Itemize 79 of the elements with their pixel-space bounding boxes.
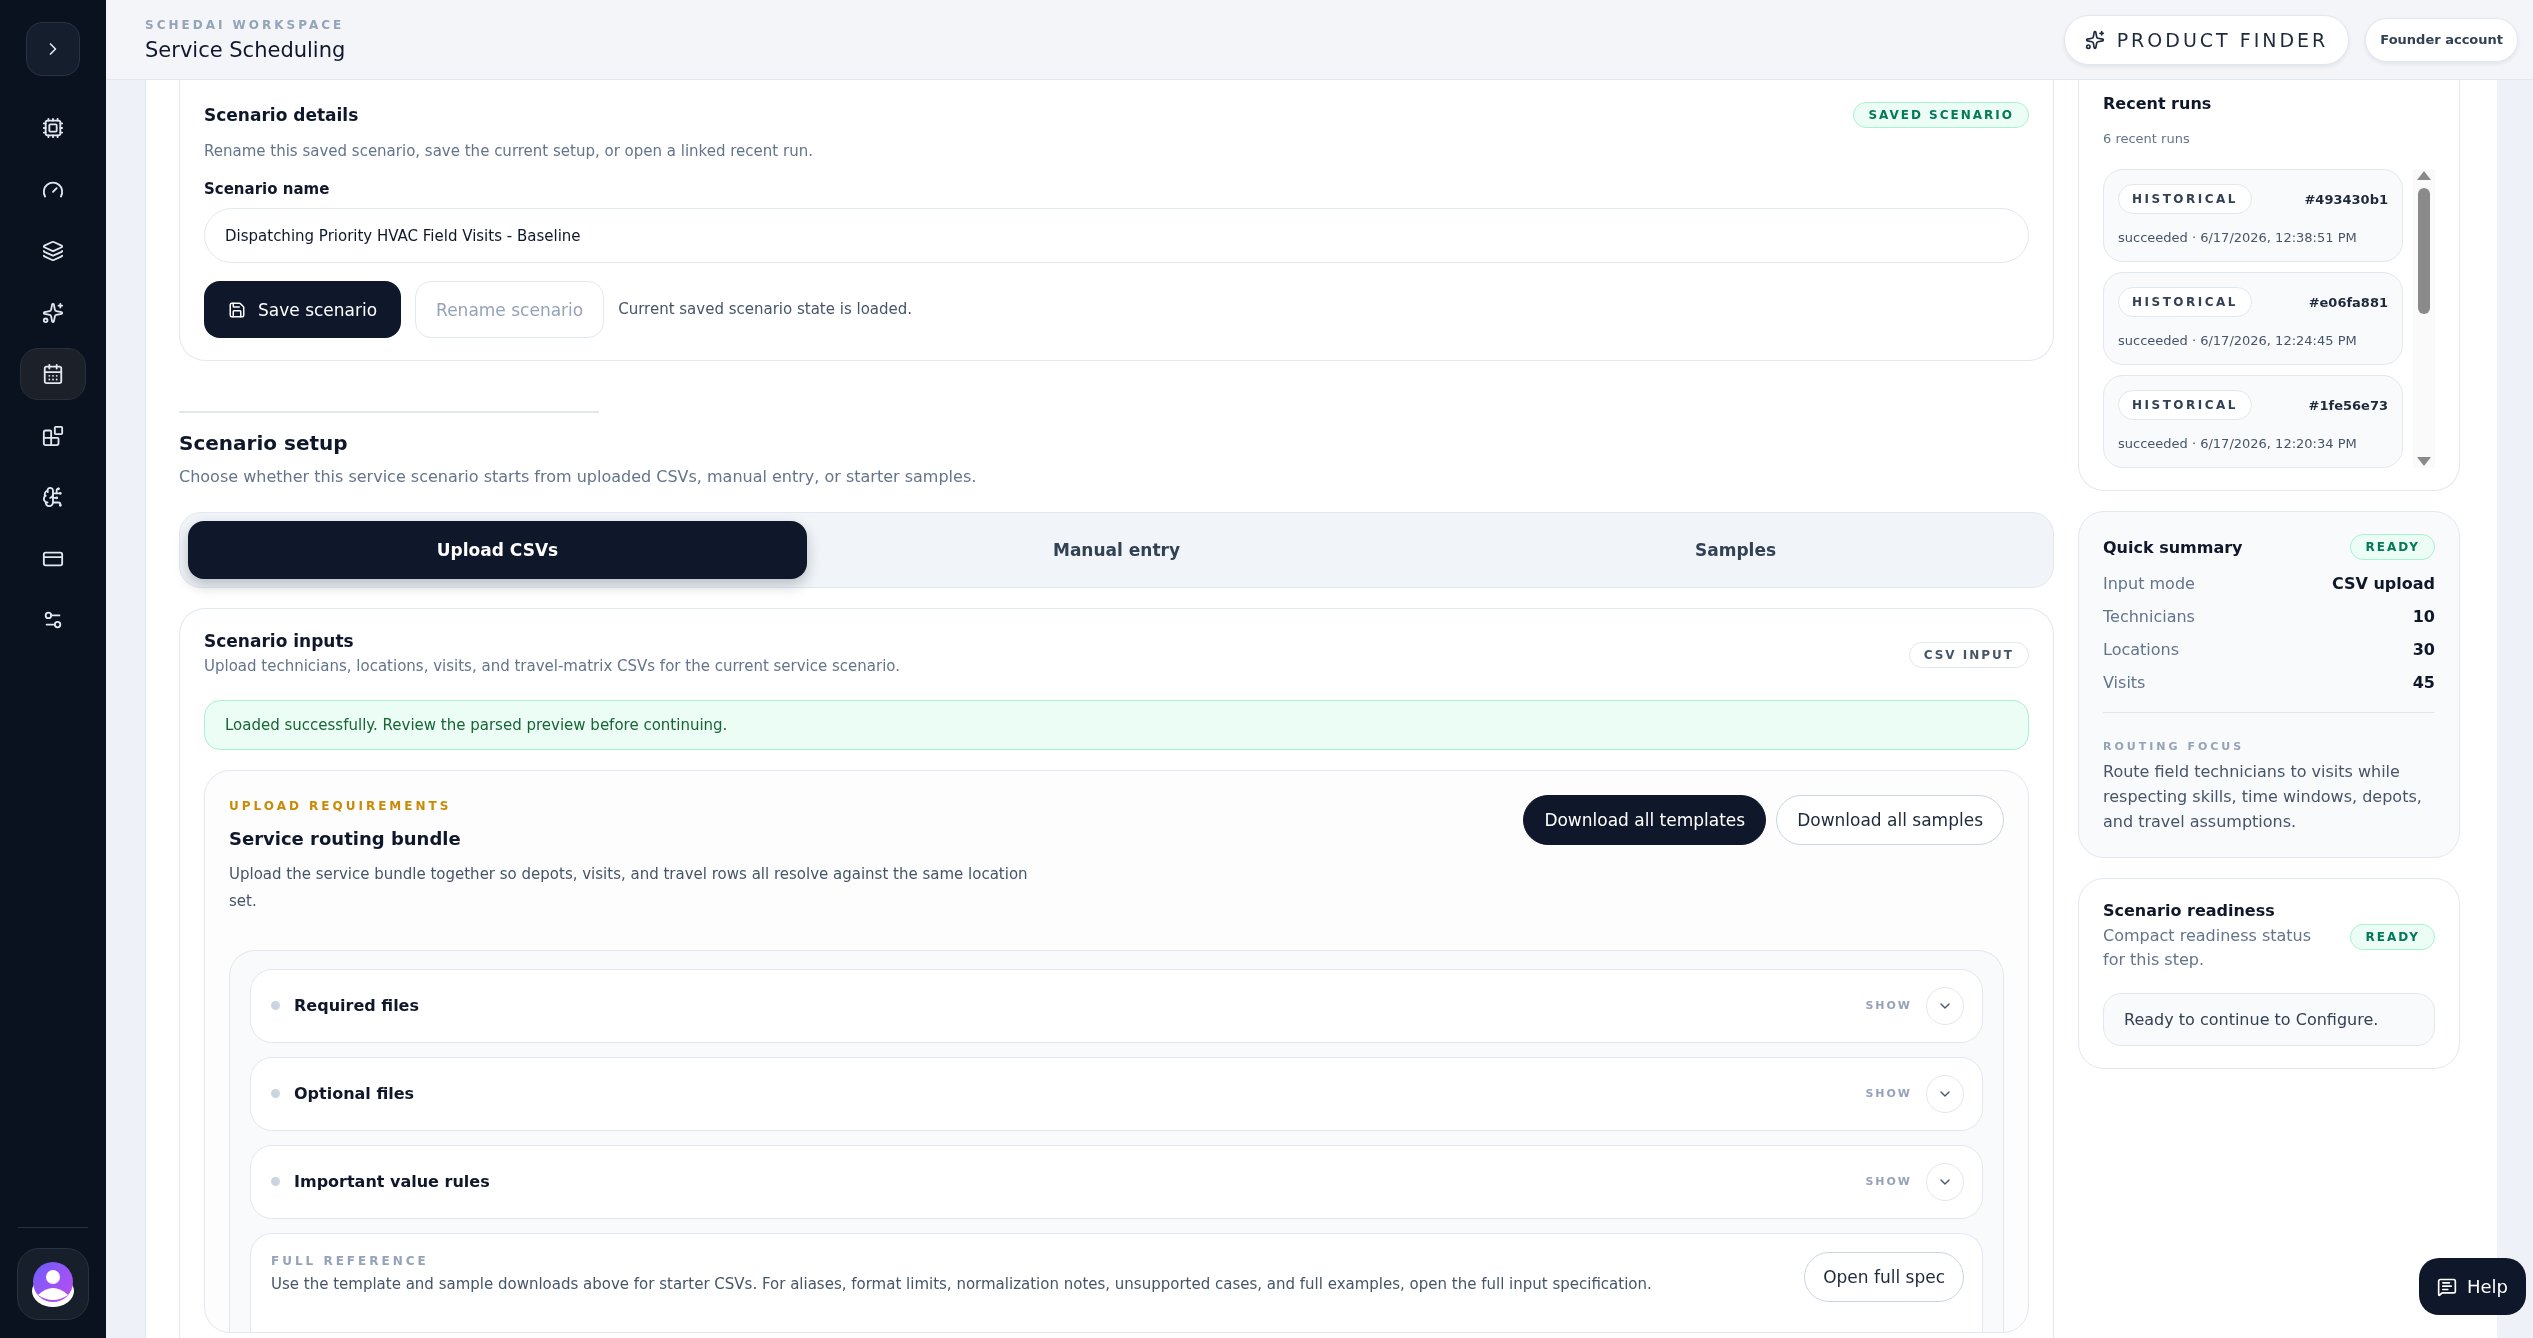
run-status: succeeded · 6/17/2026, 12:24:45 PM	[2118, 333, 2358, 349]
summary-value: CSV upload	[2331, 574, 2435, 594]
download-button[interactable]: Download all templates	[1523, 795, 1767, 846]
accordion-row[interactable]: Required files SHOW	[250, 968, 1983, 1043]
card-title: Scenario details	[204, 105, 359, 125]
save-button[interactable]: Save scenario	[204, 281, 402, 339]
runs-count: 6 recent runs	[2103, 130, 2191, 148]
card-title: Quick summary	[2103, 537, 2243, 557]
account-button[interactable]: Founder account	[2365, 17, 2518, 62]
mode-tab[interactable]: Manual entry	[807, 521, 1426, 580]
open-spec-button[interactable]: Open full spec	[1804, 1251, 1964, 1302]
focus-label: ROUTING FOCUS	[2103, 740, 2245, 754]
mode-tab[interactable]: Samples	[1426, 521, 2045, 580]
mode-tab[interactable]: Upload CSVs	[188, 521, 807, 580]
run-card[interactable]: HISTORICAL #493430b1 succeeded · 6/17/2026, 12:38:51 PM	[2103, 169, 2403, 263]
card-title: Scenario inputs	[204, 631, 355, 652]
run-status: succeeded · 6/17/2026, 12:20:34 PM	[2118, 436, 2358, 452]
success-alert: Loaded successfully. Review the parsed preview before continuing.	[204, 700, 2029, 751]
input-badge: CSV INPUT	[1908, 641, 2029, 668]
sparkles-icon	[2084, 29, 2105, 50]
section-title: Scenario setup	[179, 431, 349, 456]
readiness-message: Ready to continue to Configure.	[2103, 993, 2435, 1047]
summary-label: Input mode	[2103, 574, 2195, 594]
summary-value: 10	[2412, 607, 2435, 627]
run-id: #493430b1	[2304, 191, 2388, 207]
reference-label: FULL REFERENCE	[271, 1253, 429, 1268]
accordion-row[interactable]: Optional files SHOW	[250, 1056, 1983, 1131]
blocks-icon	[42, 424, 64, 447]
help-button[interactable]: Help	[2418, 1258, 2526, 1315]
card-title: Recent runs	[2103, 94, 2213, 113]
bundle-description: Upload the service bundle together so depots, visits, and travel rows all resolve against the same location set.	[229, 864, 1029, 912]
status-badge: SAVED SCENARIO	[1853, 102, 2029, 128]
bullet-dot	[271, 1001, 280, 1011]
accordion-row[interactable]: Important value rules SHOW	[250, 1144, 1983, 1219]
card-subtitle: Compact readiness status for this step.	[2103, 924, 2313, 972]
focus-text: Route field technicians to visits while respecting skills, time windows, depots, and travel assumptions.	[2103, 761, 2423, 833]
bundle-title: Service routing bundle	[229, 828, 462, 850]
scenario-name-field[interactable]: Dispatching Priority HVAC Field Visits - Baseline	[204, 208, 2029, 264]
sliders-icon	[42, 609, 64, 631]
summary-value: 30	[2412, 640, 2435, 660]
card-title: Scenario readiness	[2103, 900, 2276, 920]
download-button[interactable]: Download all samples	[1776, 795, 2004, 846]
sparkles-icon	[42, 301, 64, 324]
run-status: succeeded · 6/17/2026, 12:38:51 PM	[2118, 230, 2358, 246]
ready-badge: READY	[2350, 923, 2435, 950]
run-id: #e06fa881	[2308, 294, 2388, 310]
status-text: Current saved scenario state is loaded.	[618, 299, 913, 321]
run-card[interactable]: HISTORICAL #1fe56e73 succeeded · 6/17/2026, 12:20:34 PM	[2103, 375, 2403, 469]
summary-label: Visits	[2103, 673, 2146, 693]
page-title: Service Scheduling	[145, 37, 346, 62]
message-icon	[2436, 1276, 2457, 1297]
summary-value: 45	[2412, 673, 2435, 693]
brain-icon	[42, 486, 64, 508]
avatar-button[interactable]	[17, 1248, 89, 1320]
product-finder-button[interactable]: PRODUCT FINDER	[2063, 14, 2350, 65]
bullet-dot	[271, 1177, 280, 1187]
card-subtitle: Rename this saved scenario, save the current setup, or open a linked recent run.	[204, 141, 814, 162]
requirements-label: UPLOAD REQUIREMENTS	[229, 799, 452, 814]
run-tag: HISTORICAL	[2118, 184, 2252, 215]
run-id: #1fe56e73	[2308, 397, 2388, 413]
field-label: Scenario name	[204, 180, 330, 199]
save-icon	[228, 300, 246, 319]
chip-icon	[42, 117, 64, 139]
reference-text: Use the template and sample downloads above for starter CSVs. For aliases, format limits, normalization notes, unsupported cases, and full examples, open the full input specification.	[271, 1273, 1653, 1295]
scrollbar[interactable]	[2413, 169, 2435, 469]
run-tag: HISTORICAL	[2118, 287, 2252, 318]
card-subtitle: Upload technicians, locations, visits, and travel-matrix CSVs for the current service scenario.	[204, 656, 901, 678]
run-tag: HISTORICAL	[2118, 390, 2252, 421]
bullet-dot	[271, 1089, 280, 1099]
ready-badge: READY	[2350, 534, 2435, 561]
calendar-icon	[42, 363, 64, 385]
workspace-label: SCHEDAI WORKSPACE	[145, 17, 346, 32]
summary-label: Locations	[2103, 640, 2179, 660]
summary-label: Technicians	[2103, 607, 2195, 627]
section-subtitle: Choose whether this service scenario starts from uploaded CSVs, manual entry, or starter samples.	[179, 466, 978, 489]
layers-icon	[42, 240, 64, 262]
avatar-icon	[32, 1261, 74, 1307]
run-card[interactable]: HISTORICAL #e06fa881 succeeded · 6/17/2026, 12:24:45 PM	[2103, 272, 2403, 366]
sidebar-item[interactable]	[20, 348, 86, 400]
